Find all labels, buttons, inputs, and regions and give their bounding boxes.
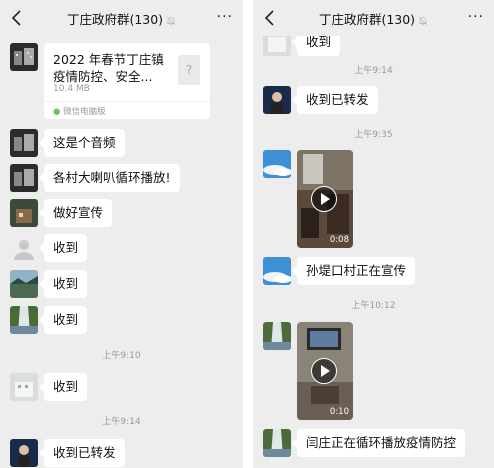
divider <box>44 101 210 102</box>
message-bubble[interactable]: 收到已转发 <box>39 439 125 467</box>
timestamp: 上午9:14 <box>102 417 141 427</box>
video-duration: 0:08 <box>329 235 349 245</box>
chat-title-text: 丁庄政府群(130) <box>318 12 416 27</box>
timestamp: 上午9:14 <box>354 66 393 76</box>
timestamp: 上午10:12 <box>351 301 396 311</box>
chat-title-text: 丁庄政府群(130) <box>66 12 164 27</box>
avatar-default[interactable] <box>10 234 38 262</box>
video-thumbnail[interactable]: 0:10 <box>297 322 353 420</box>
avatar-house[interactable] <box>10 199 38 227</box>
avatar-waterfall[interactable] <box>263 429 291 457</box>
play-icon[interactable] <box>311 186 337 212</box>
message-bubble[interactable]: 闫庄正在循环播放疫情防控 <box>291 429 466 457</box>
avatar-white-building[interactable] <box>10 373 38 401</box>
more-menu-icon[interactable]: ··· <box>217 9 233 25</box>
chat-title: 丁庄政府群(130) <box>0 9 243 28</box>
file-source: ● 微信电脑版 <box>53 105 106 117</box>
message-bubble[interactable]: 这是个音频 <box>39 129 125 157</box>
chat-screen-right: 收到 丁庄政府群(130) ··· 上午9:14 收到已转发 上午9:35 0:… <box>253 0 494 468</box>
file-name: 2022 年春节丁庄镇疫情防控、安全... <box>53 52 164 84</box>
file-card[interactable]: 2022 年春节丁庄镇疫情防控、安全... 10.4 MB ● 微信电脑版 ? <box>44 43 210 119</box>
chat-title: 丁庄政府群(130) <box>253 9 494 28</box>
avatar-building[interactable] <box>10 43 38 71</box>
avatar-building[interactable] <box>10 129 38 157</box>
avatar-sky[interactable] <box>263 257 291 285</box>
chat-header: 丁庄政府群(130) ··· <box>0 0 243 36</box>
message-bubble[interactable]: 收到 <box>38 373 88 401</box>
avatar-lake[interactable] <box>10 270 38 298</box>
file-size: 10.4 MB <box>53 84 90 94</box>
video-thumbnail[interactable]: 0:08 <box>297 150 353 248</box>
avatar-sky[interactable] <box>263 150 291 178</box>
message-bubble[interactable]: 各村大喇叭循环播放! <box>39 164 180 192</box>
pc-wechat-icon: ● <box>53 107 61 117</box>
play-icon[interactable] <box>311 358 337 384</box>
chat-header: 丁庄政府群(130) ··· <box>253 0 494 36</box>
chat-screen-left: 丁庄政府群(130) ··· 2022 年春节丁庄镇疫情防控、安全... 10.… <box>0 0 243 468</box>
avatar-presenter[interactable] <box>10 439 38 467</box>
unknown-file-icon: ? <box>178 55 200 85</box>
message-bubble[interactable]: 做好宣传 <box>38 199 113 227</box>
avatar-waterfall[interactable] <box>10 306 38 334</box>
more-menu-icon[interactable]: ··· <box>468 9 484 25</box>
message-bubble[interactable]: 收到已转发 <box>292 86 378 114</box>
message-bubble[interactable]: 收到 <box>38 270 88 298</box>
timestamp: 上午9:10 <box>102 351 141 361</box>
avatar-presenter[interactable] <box>263 86 291 114</box>
message-bubble[interactable]: 孙堤口村正在宣传 <box>291 257 416 285</box>
avatar-waterfall[interactable] <box>263 322 291 350</box>
file-source-text: 微信电脑版 <box>63 107 106 117</box>
video-duration: 0:10 <box>329 407 349 417</box>
mute-bell-icon <box>418 16 428 25</box>
message-bubble[interactable]: 收到 <box>38 234 88 262</box>
timestamp: 上午9:35 <box>354 130 393 140</box>
message-bubble[interactable]: 收到 <box>38 306 88 334</box>
avatar-building[interactable] <box>10 164 38 192</box>
mute-bell-icon <box>166 16 176 25</box>
